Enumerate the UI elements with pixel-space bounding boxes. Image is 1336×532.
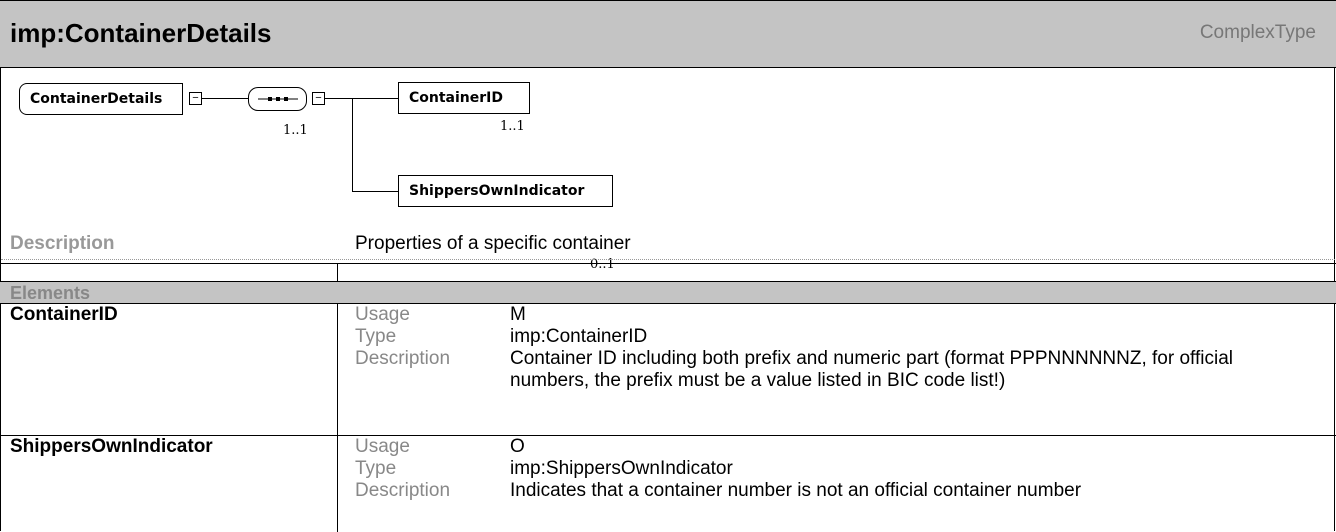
element-row: ContainerID Usage M Type imp:ContainerID… [0,303,1336,436]
collapse-icon[interactable]: − [189,92,202,105]
schema-diagram: ContainerDetails − 1..1 − ContainerID 1.… [0,69,1336,272]
type-title: imp:ContainerDetails [10,18,272,48]
property-key: Usage [355,304,410,325]
section-spacer [0,263,1336,282]
property-value: imp:ContainerID [510,326,648,347]
connector-line [202,98,248,99]
diagram-child-element[interactable]: ShippersOwnIndicator [398,175,613,207]
property-key: Type [355,458,397,479]
property-key: Usage [355,436,410,457]
element-name: ShippersOwnIndicator [10,436,213,457]
property-row: Type imp:ShippersOwnIndicator [355,458,1290,480]
property-value: Container ID including both prefix and n… [510,348,1233,391]
sequence-compositor[interactable] [248,87,307,111]
property-key: Type [355,326,397,347]
diagram-root-element[interactable]: ContainerDetails [19,83,183,115]
sequence-cardinality: 1..1 [283,123,308,138]
diagram-child-element[interactable]: ContainerID [398,82,530,114]
element-row: ShippersOwnIndicator Usage O Type imp:Sh… [0,435,1336,532]
divider [1,259,1335,260]
connector-line [352,98,353,191]
elements-section-header: Elements [0,281,1336,303]
property-row: Description Indicates that a container n… [355,480,1290,502]
column-divider [337,304,338,436]
property-value: Indicates that a container number is not… [510,480,1082,501]
element-name: ContainerID [10,304,118,325]
title-bar: imp:ContainerDetails ComplexType [0,0,1336,68]
element-properties: Usage M Type imp:ContainerID Description… [355,304,1290,392]
elements-heading: Elements [10,283,91,303]
diagram-child-label: ContainerID [409,90,503,106]
property-value: O [510,436,525,457]
child-cardinality: 1..1 [500,119,525,134]
property-row: Description Container ID including both … [355,348,1290,392]
property-key: Description [355,348,451,369]
property-value: imp:ShippersOwnIndicator [510,458,733,479]
property-key: Description [355,480,451,501]
property-row: Type imp:ContainerID [355,326,1290,348]
connector-line [352,191,398,192]
collapse-icon[interactable]: − [312,92,325,105]
element-properties: Usage O Type imp:ShippersOwnIndicator De… [355,436,1290,502]
diagram-child-label: ShippersOwnIndicator [409,183,585,199]
column-divider [337,436,338,532]
sequence-icon [257,97,298,101]
description-text: Properties of a specific container [355,233,631,254]
diagram-root-label: ContainerDetails [30,91,163,107]
type-kind-label: ComplexType [1199,22,1316,43]
property-row: Usage M [355,304,1290,326]
description-label: Description [10,233,115,254]
property-row: Usage O [355,436,1290,458]
connector-line [325,98,398,99]
property-value: M [510,304,526,325]
